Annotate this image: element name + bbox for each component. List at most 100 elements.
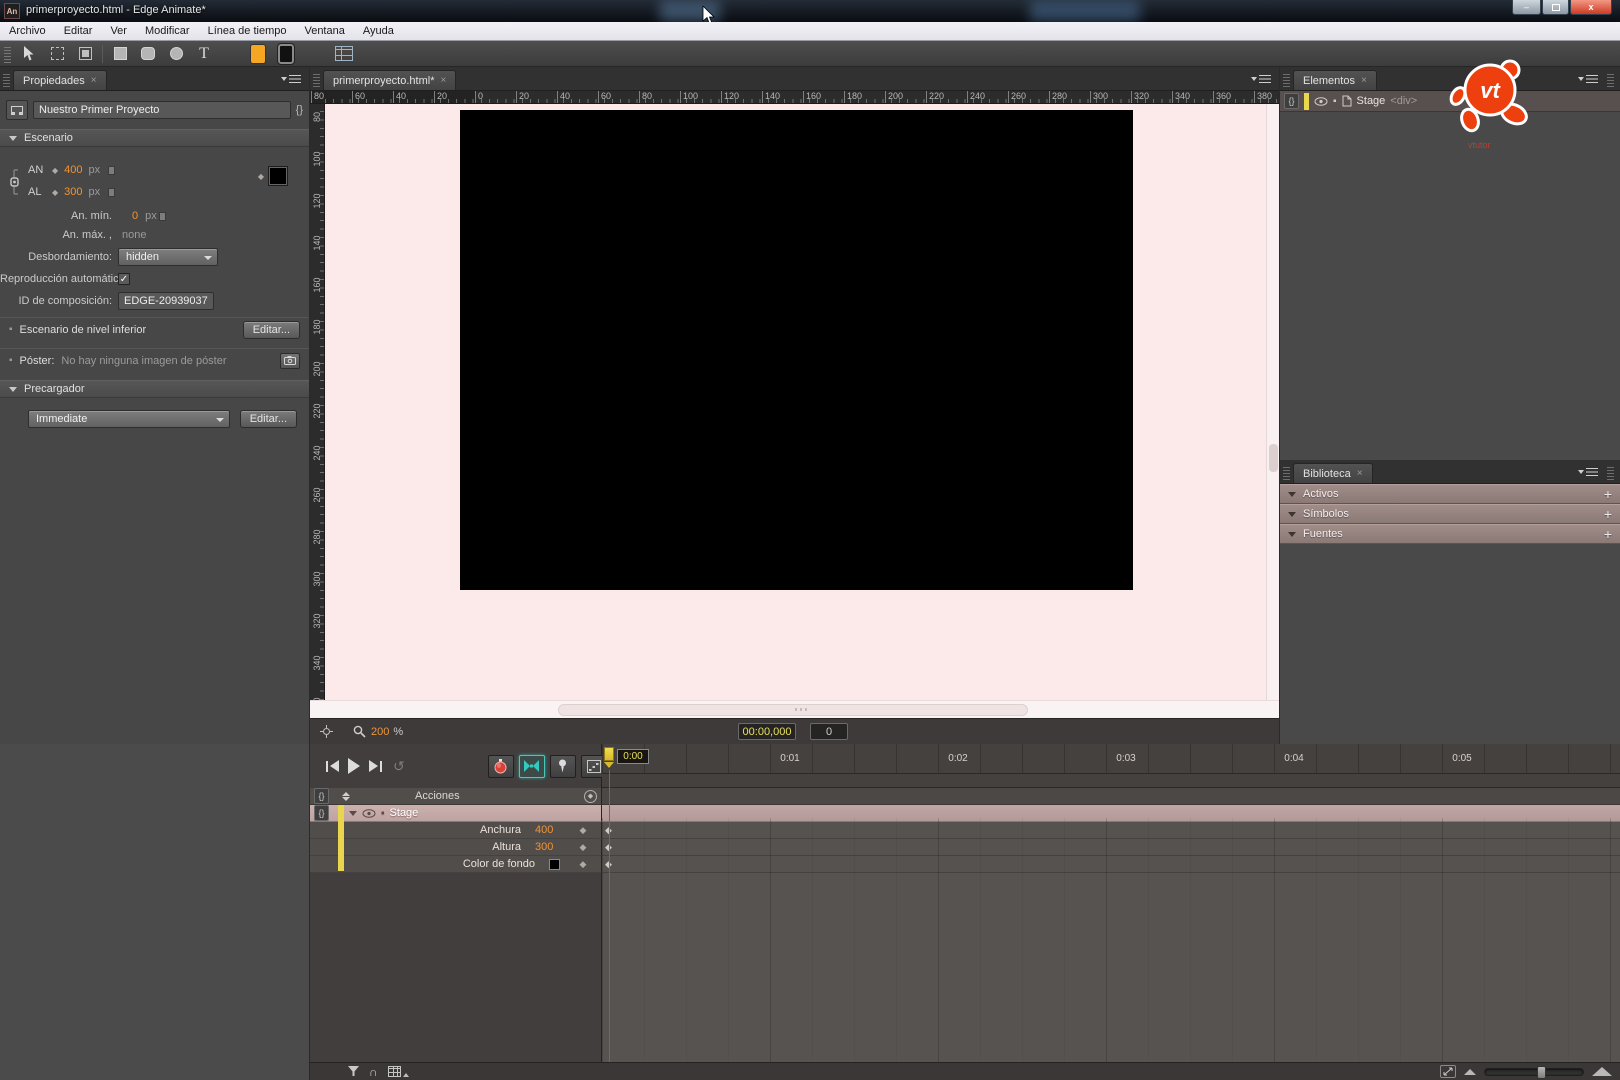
- keyframe-diamond-icon[interactable]: ◆: [258, 172, 264, 181]
- height-value[interactable]: 300: [64, 186, 82, 198]
- timeline-property-row[interactable]: Anchura400◆◆: [310, 822, 1620, 839]
- overflow-dropdown[interactable]: hidden: [118, 248, 218, 266]
- link-dimensions-icon[interactable]: [8, 169, 24, 195]
- timecode-display[interactable]: 00:00,000: [738, 723, 796, 740]
- expand-timeline-button[interactable]: [1440, 1065, 1456, 1078]
- menu-item-editar[interactable]: Editar: [55, 22, 102, 41]
- add-keyframe-diamond-icon[interactable]: ◆: [569, 842, 597, 853]
- composition-id-input[interactable]: [118, 292, 214, 310]
- edit-preloader-button[interactable]: Editar...: [240, 410, 297, 428]
- sort-order-icon[interactable]: [342, 792, 350, 801]
- menu-item-ayuda[interactable]: Ayuda: [354, 22, 403, 41]
- min-width-value[interactable]: 0: [132, 210, 138, 222]
- lock-dot-icon[interactable]: ▪: [1333, 96, 1337, 107]
- library-section-activos[interactable]: Activos+: [1280, 484, 1620, 504]
- visibility-eye-icon[interactable]: [1314, 97, 1328, 106]
- width-value[interactable]: 400: [64, 164, 82, 176]
- grid-options-caret-icon[interactable]: [403, 1073, 409, 1077]
- title-bar[interactable]: An primerproyecto.html - Edge Animate* –…: [0, 0, 1620, 22]
- go-to-start-button[interactable]: [326, 760, 339, 772]
- tab-close-icon[interactable]: ×: [1361, 75, 1367, 86]
- menu-item-l-nea-de-tiempo[interactable]: Línea de tiempo: [199, 22, 296, 41]
- add-item-button[interactable]: +: [1604, 507, 1612, 521]
- property-track[interactable]: ◆: [602, 839, 1620, 856]
- return-playhead-icon[interactable]: ↺: [393, 758, 405, 775]
- timeline-property-row[interactable]: Color de fondo◆◆: [310, 856, 1620, 873]
- stage-rectangle[interactable]: [460, 110, 1133, 590]
- panel-grip[interactable]: [1283, 72, 1290, 87]
- clip-tool-button[interactable]: [73, 43, 97, 65]
- panel-menu-icon[interactable]: [281, 74, 301, 83]
- menu-item-archivo[interactable]: Archivo: [0, 22, 55, 41]
- filter-funnel-icon[interactable]: [348, 1066, 359, 1077]
- actions-braces-icon[interactable]: {}: [314, 788, 329, 804]
- composition-name-input[interactable]: [33, 101, 291, 119]
- panel-menu-icon[interactable]: [1251, 74, 1271, 83]
- property-value[interactable]: 400: [535, 824, 569, 836]
- play-button[interactable]: [348, 758, 360, 774]
- panel-menu-icon[interactable]: [1578, 74, 1598, 83]
- ellipse-tool-button[interactable]: [164, 43, 188, 65]
- stroke-color-swatch[interactable]: [274, 43, 298, 65]
- menu-item-modificar[interactable]: Modificar: [136, 22, 199, 41]
- section-precargador[interactable]: Precargador: [0, 380, 309, 398]
- auto-transition-button[interactable]: [519, 755, 545, 778]
- close-button[interactable]: x: [1570, 0, 1612, 15]
- property-track[interactable]: ◆: [602, 856, 1620, 873]
- keyframe-diamond-icon[interactable]: ◆: [52, 188, 58, 197]
- minimize-button[interactable]: –: [1512, 0, 1541, 15]
- timeline-track[interactable]: [602, 788, 1620, 805]
- elements-stage-row[interactable]: {} ▪ Stage <div>: [1280, 91, 1620, 112]
- property-value[interactable]: 300: [535, 841, 569, 853]
- mark-transition-button[interactable]: [550, 755, 576, 778]
- code-braces-icon[interactable]: {}: [296, 104, 303, 116]
- property-color-swatch[interactable]: [549, 859, 560, 870]
- add-keyframe-column-icon[interactable]: ◆: [584, 790, 597, 803]
- expand-triangle-icon[interactable]: [349, 811, 357, 816]
- height-unit[interactable]: px: [89, 186, 101, 198]
- max-width-value[interactable]: none: [122, 229, 146, 241]
- stage-braces-icon[interactable]: {}: [314, 805, 329, 821]
- element-name[interactable]: Stage: [1357, 95, 1386, 107]
- add-keyframe-diamond-icon[interactable]: ◆: [569, 859, 597, 870]
- tab-close-icon[interactable]: ×: [1357, 468, 1363, 479]
- timeline-property-row[interactable]: Altura300◆◆: [310, 839, 1620, 856]
- min-width-unit[interactable]: px: [145, 210, 157, 222]
- zoom-in-timeline-button[interactable]: [1592, 1067, 1612, 1076]
- selection-tool-button[interactable]: [17, 43, 41, 65]
- menu-item-ver[interactable]: Ver: [101, 22, 136, 41]
- go-to-end-button[interactable]: [369, 760, 382, 772]
- frame-display[interactable]: 0: [810, 723, 848, 740]
- library-section-smbolos[interactable]: Símbolos+: [1280, 504, 1620, 524]
- rounded-rectangle-tool-button[interactable]: [136, 43, 160, 65]
- scrollbar-thumb[interactable]: [558, 704, 1028, 716]
- collapsed-marker-icon[interactable]: ▪: [9, 355, 13, 366]
- property-track[interactable]: ◆: [602, 822, 1620, 839]
- stage-track[interactable]: [602, 805, 1620, 822]
- library-section-fuentes[interactable]: Fuentes+: [1280, 524, 1620, 544]
- fill-color-swatch[interactable]: [246, 43, 270, 65]
- timeline-tracks-empty[interactable]: [602, 873, 1620, 1080]
- tab-biblioteca[interactable]: Biblioteca ×: [1293, 463, 1373, 483]
- stage-background-color-swatch[interactable]: [269, 167, 287, 185]
- toolbar-grip[interactable]: [4, 45, 11, 63]
- capture-poster-button[interactable]: [280, 353, 300, 369]
- timeline-ruler-lower[interactable]: [602, 774, 1620, 788]
- tab-propiedades[interactable]: Propiedades ×: [13, 70, 107, 90]
- tab-elementos[interactable]: Elementos ×: [1293, 70, 1377, 90]
- horizontal-scrollbar[interactable]: [310, 700, 1279, 718]
- playhead-pin-icon[interactable]: [604, 747, 614, 761]
- add-keyframe-diamond-icon[interactable]: ◆: [569, 825, 597, 836]
- slider-thumb[interactable]: [1537, 1066, 1546, 1079]
- edit-down-level-button[interactable]: Editar...: [243, 321, 300, 339]
- tab-close-icon[interactable]: ×: [91, 75, 97, 86]
- panel-menu-icon[interactable]: [1578, 467, 1598, 476]
- snap-magnet-icon[interactable]: ∩: [369, 1065, 378, 1079]
- add-item-button[interactable]: +: [1604, 527, 1612, 541]
- transform-tool-button[interactable]: [45, 43, 69, 65]
- add-item-button[interactable]: +: [1604, 487, 1612, 501]
- collapsed-marker-icon[interactable]: ▪: [9, 324, 13, 335]
- section-escenario[interactable]: Escenario: [0, 129, 309, 147]
- layout-defaults-button[interactable]: [332, 43, 356, 65]
- panel-grip[interactable]: [3, 72, 10, 87]
